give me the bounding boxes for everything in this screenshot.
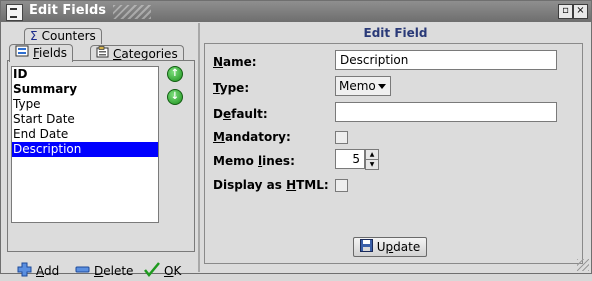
splitter[interactable] [198,23,200,272]
fields-tab-panel: ID Summary Type Start Date End Date Desc… [7,60,195,252]
app-icon[interactable] [6,4,23,21]
ok-button[interactable]: OK [144,262,181,278]
close-button[interactable]: × [573,4,588,19]
plus-icon [17,262,32,281]
fields-list[interactable]: ID Summary Type Start Date End Date Desc… [11,66,159,223]
memo-lines-label: Memo lines: [213,154,295,168]
tab-counters[interactable]: Σ Counters [24,28,102,44]
tab-counters-label: Counters [41,29,96,43]
default-label: Default: [213,107,268,121]
chevron-down-icon [378,84,386,89]
checkmark-icon [144,262,160,281]
update-button[interactable]: Update [353,237,427,257]
name-field[interactable]: Description [335,50,557,70]
memo-lines-value[interactable]: 5 [335,149,365,169]
move-down-icon[interactable]: ↓ [167,89,183,105]
display-html-label: Display as HTML: [213,178,329,192]
edit-field-form: Name: Description Type: Memo Default: Ma… [204,43,583,264]
type-select-value: Memo [339,79,376,93]
tab-fields[interactable]: Fields [9,44,73,62]
list-item-selected[interactable]: Description [12,142,158,157]
resize-grip[interactable] [577,259,589,271]
delete-button[interactable]: Delete [75,262,133,278]
edit-fields-window: Edit Fields ▫ × Σ Counters Fields Categor… [0,0,592,278]
minus-icon [75,262,90,281]
list-item[interactable]: Start Date [12,112,158,127]
window-title: Edit Fields [29,3,107,18]
titlebar-grip [113,5,151,19]
edit-field-panel: Edit Field Name: Description Type: Memo … [201,23,590,272]
type-select[interactable]: Memo [335,76,391,96]
save-icon [359,238,373,257]
left-panel: Σ Counters Fields Categories ID Summary T… [2,23,198,278]
name-label: Name: [213,55,257,69]
minimize-button[interactable]: ▫ [558,4,573,19]
memo-lines-spinner[interactable]: 5 ▲ ▼ [335,149,379,170]
list-item[interactable]: ID [12,67,158,82]
type-label: Type: [213,81,250,95]
mandatory-checkbox[interactable] [335,131,348,144]
list-item[interactable]: End Date [12,127,158,142]
spin-down-icon[interactable]: ▼ [365,159,379,170]
display-html-checkbox[interactable] [335,179,348,192]
title-bar[interactable]: Edit Fields ▫ × [1,1,591,22]
tab-fields-label: ields [39,46,67,60]
fields-icon [15,45,29,61]
tab-categories-label: ategories [121,47,178,61]
sigma-icon: Σ [30,29,38,43]
add-button[interactable]: Add [17,262,59,278]
move-up-icon[interactable]: ↑ [167,66,183,82]
tab-categories[interactable]: Categories [90,45,184,61]
default-field[interactable] [335,102,557,122]
edit-field-header: Edit Field [363,26,428,40]
list-item[interactable]: Summary [12,82,158,97]
mandatory-label: Mandatory: [213,130,291,144]
list-item[interactable]: Type [12,97,158,112]
